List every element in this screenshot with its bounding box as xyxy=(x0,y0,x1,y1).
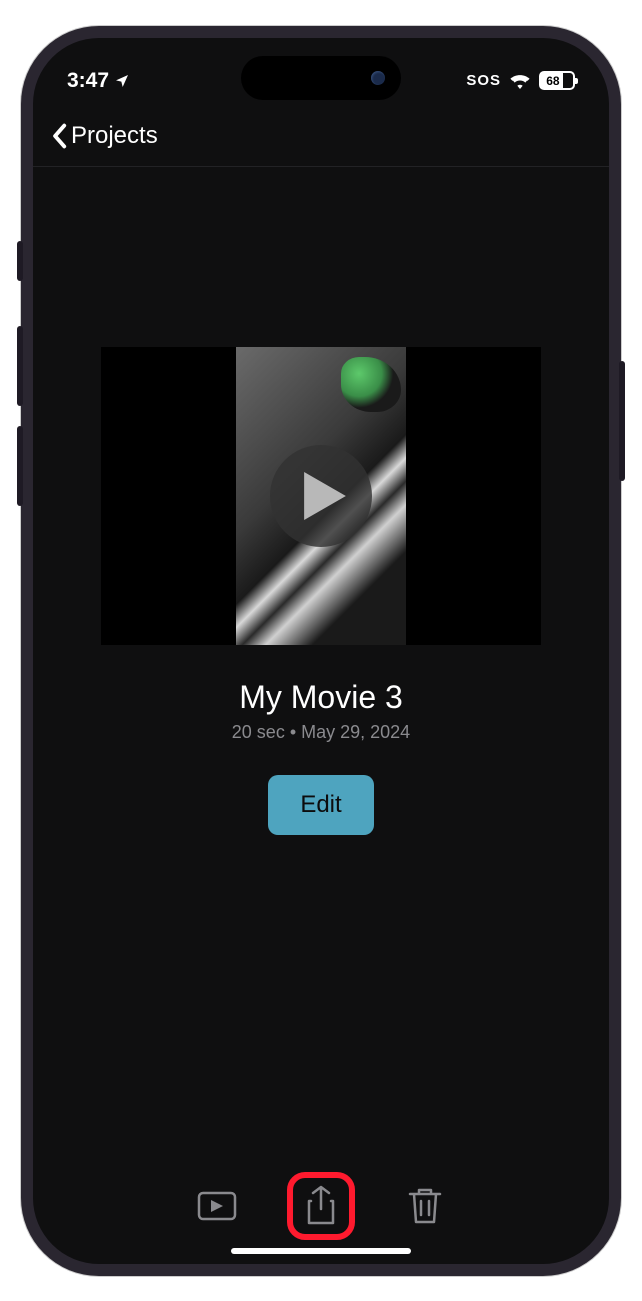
project-meta: 20 sec • May 29, 2024 xyxy=(232,722,410,743)
project-thumbnail[interactable] xyxy=(101,347,541,645)
side-button-power xyxy=(619,361,625,481)
home-indicator[interactable] xyxy=(231,1248,411,1254)
project-title: My Movie 3 xyxy=(239,679,403,716)
back-button[interactable]: Projects xyxy=(51,122,158,150)
dynamic-island xyxy=(241,56,401,100)
phone-frame: 3:47 SOS 68 Projects xyxy=(21,26,621,1276)
play-button[interactable] xyxy=(270,445,372,547)
nav-bar: Projects xyxy=(33,102,609,167)
status-time: 3:47 xyxy=(67,69,109,93)
battery-icon: 68 xyxy=(539,71,575,90)
sos-indicator: SOS xyxy=(466,72,501,89)
wifi-icon xyxy=(509,73,531,89)
edit-button[interactable]: Edit xyxy=(268,775,373,835)
share-button[interactable] xyxy=(297,1182,345,1230)
delete-button[interactable] xyxy=(401,1182,449,1230)
back-label: Projects xyxy=(71,122,158,150)
content-area: My Movie 3 20 sec • May 29, 2024 Edit xyxy=(33,167,609,1182)
share-icon xyxy=(305,1185,337,1227)
side-button-volume-up xyxy=(17,326,23,406)
chevron-left-icon xyxy=(51,123,67,149)
trash-icon xyxy=(408,1186,442,1226)
side-button-silent xyxy=(17,241,23,281)
theater-icon xyxy=(197,1191,237,1221)
theater-button[interactable] xyxy=(193,1182,241,1230)
location-icon xyxy=(114,73,130,89)
battery-level: 68 xyxy=(541,73,563,88)
play-icon xyxy=(304,472,346,520)
side-button-volume-down xyxy=(17,426,23,506)
screen: 3:47 SOS 68 Projects xyxy=(33,38,609,1264)
